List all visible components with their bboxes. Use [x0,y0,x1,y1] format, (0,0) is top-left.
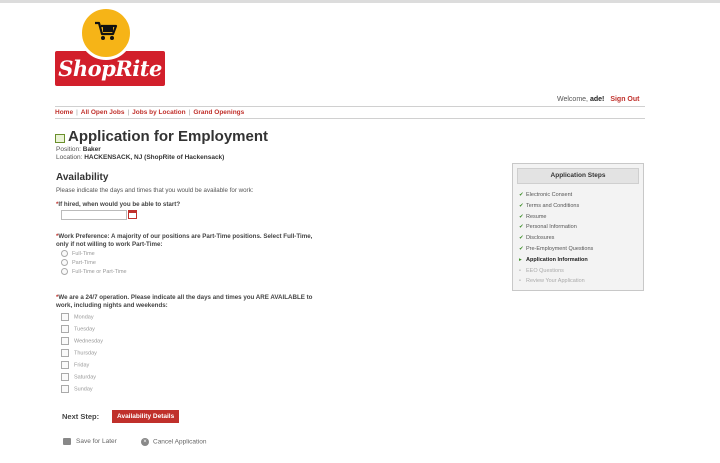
checkbox[interactable] [61,385,69,393]
steps-list: ✔ Electronic Consent ✔ Terms and Condition… [519,190,643,287]
day-friday[interactable]: Friday [61,361,89,369]
checkbox[interactable] [61,361,69,369]
day-thursday[interactable]: Thursday [61,349,97,357]
radio-button[interactable] [61,250,68,258]
option-full-or-part-time[interactable]: Full-Time or Part-Time [61,268,127,276]
bullet-icon: • [519,267,521,274]
user-name: ade! [589,96,605,103]
checkmark-icon: ✔ [519,235,524,242]
position-value: Baker [82,146,101,153]
cart-icon [95,21,118,40]
day-sunday[interactable]: Sunday [61,385,93,393]
application-icon [55,134,65,143]
location-value: HACKENSACK, NJ (ShopRite of Hackensack) [84,154,225,161]
page-title: Application for Employment [68,128,269,145]
cancel-application-link[interactable]: × Cancel Application [141,438,206,446]
sign-out-link[interactable]: Sign Out [610,96,639,103]
welcome-bar: Welcome, ade! Sign Out [557,96,639,103]
option-full-time[interactable]: Full-Time [61,250,95,258]
checkbox[interactable] [61,373,69,381]
checkbox[interactable] [61,313,69,321]
step-item: ✔ Disclosures [519,233,643,244]
step-item-pending: • Review Your Application [519,276,643,287]
day-wednesday[interactable]: Wednesday [61,337,103,345]
steps-title: Application Steps [517,168,639,184]
location-line: Location: HACKENSACK, NJ (ShopRite of Ha… [56,154,225,161]
section-title-availability: Availability [56,172,109,183]
option-part-time[interactable]: Part-Time [61,259,96,267]
days-available-question: *We are a 24/7 operation. Please indicat… [56,294,313,309]
nav-all-open-jobs[interactable]: All Open Jobs [81,109,125,116]
step-item: ✔ Terms and Conditions [519,201,643,212]
checkbox[interactable] [61,325,69,333]
availability-intro: Please indicate the days and times that … [56,187,254,194]
step-item: ✔ Resume [519,212,643,223]
bullet-icon: • [519,278,521,285]
step-item: ✔ Pre-Employment Questions [519,244,643,255]
top-divider [0,0,720,3]
welcome-label: Welcome, [557,96,588,103]
nav-grand-openings[interactable]: Grand Openings [193,109,244,116]
checkmark-icon: ✔ [519,202,524,209]
checkbox[interactable] [61,349,69,357]
step-item-pending: • EEO Questions [519,266,643,277]
checkmark-icon: ✔ [519,245,524,252]
day-monday[interactable]: Monday [61,313,94,321]
day-saturday[interactable]: Saturday [61,373,96,381]
step-item-current: ▸ Application Information [519,255,643,266]
day-tuesday[interactable]: Tuesday [61,325,95,333]
application-steps-panel: Application Steps ✔ Electronic Consent ✔ T… [512,163,644,291]
cancel-icon: × [141,438,149,446]
checkmark-icon: ✔ [519,213,524,220]
start-date-input[interactable] [61,210,127,220]
checkbox[interactable] [61,337,69,345]
save-for-later-link[interactable]: Save for Later [63,438,117,445]
calendar-icon[interactable] [128,209,137,219]
logo-text: ShopRite [58,56,162,81]
save-icon [63,438,71,445]
checkmark-icon: ✔ [519,192,524,198]
work-preference-question: *Work Preference: A majority of our posi… [56,233,313,248]
start-date-question: *If hired, when would you be able to sta… [56,201,181,208]
main-nav: Home | All Open Jobs | Jobs by Location | Gran… [55,106,645,119]
next-step-label: Next Step: [62,412,100,421]
nav-home[interactable]: Home [55,109,73,116]
step-item: ✔ Personal Information [519,222,643,233]
radio-button[interactable] [61,268,68,276]
arrow-icon: ▸ [519,256,522,263]
step-item: ✔ Electronic Consent [519,190,643,201]
shoprite-logo[interactable]: ShopRite [55,6,165,86]
position-line: Position: Baker [56,146,101,153]
next-step-button[interactable]: Availability Details [112,410,180,423]
nav-jobs-by-location[interactable]: Jobs by Location [132,109,185,116]
radio-button[interactable] [61,259,68,267]
checkmark-icon: ✔ [519,224,524,231]
